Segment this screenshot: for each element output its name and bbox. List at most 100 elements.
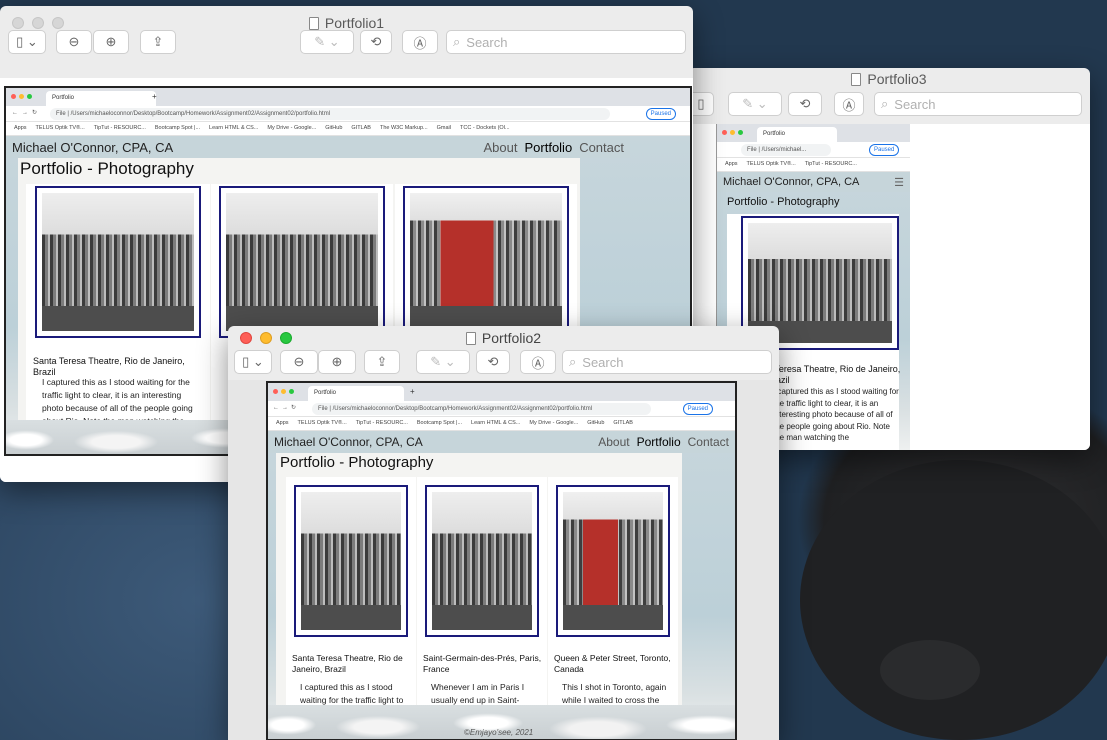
minimize-button[interactable] bbox=[32, 17, 44, 29]
portfolio-card: Santa Teresa Theatre, Rio de Janeiro, Br… bbox=[26, 184, 210, 432]
paused-badge: Paused bbox=[682, 403, 713, 415]
photo-frame bbox=[294, 485, 408, 637]
page-title: Portfolio - Photography bbox=[280, 454, 434, 471]
window-title: Portfolio2 bbox=[481, 330, 542, 346]
card-caption: Queen & Peter Street, Toronto, Canada bbox=[554, 653, 671, 674]
website: Michael O'Connor, CPA, CA About Portfoli… bbox=[268, 431, 735, 739]
nav-links: About Portfolio Contact bbox=[484, 140, 625, 155]
zoom-out-button[interactable]: ⊖ bbox=[280, 350, 318, 374]
search-icon: ⌕ bbox=[453, 34, 461, 49]
document-icon bbox=[308, 16, 319, 30]
close-button[interactable] bbox=[240, 332, 252, 344]
zoom-button[interactable] bbox=[280, 332, 292, 344]
markup-button[interactable]: ✎ ⌄ bbox=[728, 92, 782, 116]
nav-about[interactable]: About bbox=[484, 140, 518, 155]
chrome-tab: Portfolio bbox=[308, 386, 404, 401]
nav-contact[interactable]: Contact bbox=[688, 435, 729, 449]
photo-frame bbox=[425, 485, 539, 637]
nav-about[interactable]: About bbox=[598, 435, 629, 449]
search-field[interactable]: ⌕ Search bbox=[874, 92, 1082, 116]
rock-small bbox=[880, 640, 980, 700]
paused-badge: Paused bbox=[869, 144, 900, 156]
annotate-button[interactable]: Ⓐ bbox=[834, 92, 864, 116]
site-brand: Michael O'Connor, CPA, CA bbox=[723, 176, 860, 188]
site-footer: ©Emjayo'see, 2021 bbox=[464, 728, 534, 737]
card-caption: Saint-Germain-des-Prés, Paris, France bbox=[423, 653, 542, 674]
rock-formation bbox=[800, 460, 1107, 740]
chrome-tab-strip: Portfolio + bbox=[6, 88, 690, 106]
preview-window-portfolio2[interactable]: Portfolio2 ▯ ⌄ ⊖ ⊕ ⇪ ✎ ⌄ ⟲ Ⓐ ⌕ Search Po… bbox=[228, 326, 779, 740]
new-tab-button: + bbox=[410, 387, 415, 396]
annotate-button[interactable]: Ⓐ bbox=[520, 350, 556, 374]
toolbar: ▯ ⌄ ⊖ ⊕ ⇪ ✎ ⌄ ⟲ Ⓐ ⌕ Search bbox=[0, 30, 693, 70]
url-field: File | /Users/michael... bbox=[741, 144, 831, 156]
card-caption: Santa Teresa Theatre, Rio de Janeiro, Br… bbox=[292, 653, 403, 674]
card-text: I captured this as I stood waiting for t… bbox=[773, 387, 899, 442]
zoom-button[interactable] bbox=[52, 17, 64, 29]
chrome-tab: Portfolio bbox=[46, 91, 156, 106]
document-icon bbox=[465, 331, 476, 345]
portfolio-card: Saint-Germain-des-Prés, Paris, France Wh… bbox=[417, 477, 547, 718]
document-area: Portfolio + ←→↻ File | /Users/michaeloco… bbox=[228, 380, 779, 740]
site-nav: Michael O'Connor, CPA, CA ☰ bbox=[717, 172, 910, 192]
search-icon: ⌕ bbox=[569, 354, 577, 369]
search-icon: ⌕ bbox=[881, 96, 889, 111]
address-bar: ←→↻ File | /Users/michaeloconnor/Desktop… bbox=[268, 401, 735, 417]
close-button[interactable] bbox=[12, 17, 24, 29]
url-field: File | /Users/michaeloconnor/Desktop/Boo… bbox=[312, 403, 651, 415]
address-bar: ←→↻ File | /Users/michaeloconnor/Desktop… bbox=[6, 106, 690, 122]
document-icon bbox=[851, 72, 862, 86]
search-placeholder: Search bbox=[582, 354, 624, 370]
share-button[interactable]: ⇪ bbox=[364, 350, 400, 374]
new-tab-button: + bbox=[152, 92, 157, 101]
markup-button[interactable]: ✎ ⌄ bbox=[300, 30, 354, 54]
site-nav: Michael O'Connor, CPA, CA About Portfoli… bbox=[268, 431, 735, 453]
window-title: Portfolio3 bbox=[867, 71, 927, 87]
nav-contact[interactable]: Contact bbox=[579, 140, 624, 155]
sidebar-button[interactable]: ▯ ⌄ bbox=[8, 30, 46, 54]
title-bar: Portfolio2 bbox=[228, 326, 779, 350]
site-brand: Michael O'Connor, CPA, CA bbox=[12, 139, 174, 155]
toolbar: ▯ ⌄ ⊖ ⊕ ⇪ ✎ ⌄ ⟲ Ⓐ ⌕ Search bbox=[228, 350, 779, 380]
search-placeholder: Search bbox=[466, 34, 508, 50]
zoom-out-button[interactable]: ⊖ bbox=[56, 30, 92, 54]
page-title: Portfolio - Photography bbox=[20, 159, 194, 178]
paused-badge: Paused bbox=[645, 108, 676, 120]
portfolio-card: Santa Teresa Theatre, Rio de Janeiro, Br… bbox=[286, 477, 416, 739]
portfolio-panel: Portfolio - Photography Santa Teresa The… bbox=[276, 453, 682, 739]
nav-portfolio[interactable]: Portfolio bbox=[524, 140, 572, 155]
rotate-button[interactable]: ⟲ bbox=[360, 30, 392, 54]
toolbar: ▯ ✎ ⌄ ⟲ Ⓐ ⌕ Search bbox=[688, 92, 1090, 122]
chrome-tab: Portfolio bbox=[757, 127, 837, 142]
photo-frame bbox=[403, 186, 569, 338]
url-field: File | /Users/michaeloconnor/Desktop/Boo… bbox=[50, 108, 610, 120]
bookmarks-bar: Apps TELUS Optik TV®... TipTut - RESOURC..… bbox=[6, 122, 690, 136]
portfolio-card: Queen & Peter Street, Toronto, Canada Th… bbox=[548, 477, 678, 718]
nav-portfolio[interactable]: Portfolio bbox=[637, 435, 681, 449]
page-title: Portfolio - Photography bbox=[727, 196, 840, 208]
chrome-tab-strip: Portfolio + bbox=[268, 383, 735, 401]
zoom-in-button[interactable]: ⊕ bbox=[93, 30, 129, 54]
rotate-button[interactable]: ⟲ bbox=[476, 350, 510, 374]
nav-links: About Portfolio Contact bbox=[598, 435, 729, 449]
address-bar: File | /Users/michael... Paused bbox=[717, 142, 910, 158]
bookmarks-bar: Apps TELUS Optik TV®... TipTut - RESOURC..… bbox=[717, 158, 910, 172]
annotate-button[interactable]: Ⓐ bbox=[402, 30, 438, 54]
bookmarks-bar: Apps TELUS Optik TV®... TipTut - RESOURC..… bbox=[268, 417, 735, 431]
search-field[interactable]: ⌕ Search bbox=[562, 350, 772, 374]
card-caption: a Teresa Theatre, Rio de Janeiro, Brazil bbox=[767, 364, 901, 385]
site-brand: Michael O'Connor, CPA, CA bbox=[274, 435, 423, 449]
markup-button[interactable]: ✎ ⌄ bbox=[416, 350, 470, 374]
browser-screenshot: Portfolio + ←→↻ File | /Users/michaeloco… bbox=[266, 381, 737, 740]
sidebar-button[interactable]: ▯ ⌄ bbox=[234, 350, 272, 374]
hamburger-icon: ☰ bbox=[894, 176, 904, 189]
zoom-in-button[interactable]: ⊕ bbox=[318, 350, 356, 374]
site-nav: Michael O'Connor, CPA, CA About Portfoli… bbox=[6, 136, 630, 158]
title-bar: Portfolio3 bbox=[688, 68, 1090, 90]
minimize-button[interactable] bbox=[260, 332, 272, 344]
share-button[interactable]: ⇪ bbox=[140, 30, 176, 54]
search-field[interactable]: ⌕ Search bbox=[446, 30, 686, 54]
photo-frame bbox=[556, 485, 670, 637]
rotate-button[interactable]: ⟲ bbox=[788, 92, 822, 116]
window-title: Portfolio1 bbox=[324, 15, 385, 31]
